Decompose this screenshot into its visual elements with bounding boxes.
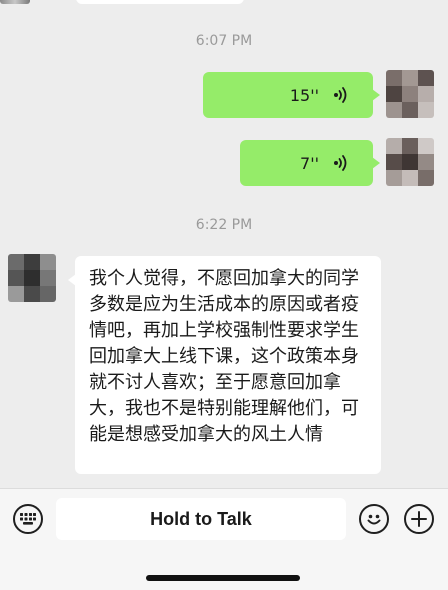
keyboard-button[interactable]	[13, 504, 43, 534]
emoji-icon	[367, 514, 381, 525]
timestamp: 6:07 PM	[195, 33, 253, 49]
avatar[interactable]	[8, 254, 56, 302]
home-indicator	[146, 575, 300, 581]
voice-duration: 7''	[300, 153, 319, 173]
message-bubble[interactable]	[76, 0, 244, 4]
chat-input-bar: Hold to Talk	[0, 488, 448, 590]
avatar[interactable]	[386, 138, 434, 186]
avatar[interactable]	[0, 0, 30, 4]
chat-area[interactable]: 6:07 PM 15'' 7'' 6:22 PM 我个人觉得，不愿回加拿大的同学…	[0, 0, 448, 488]
emoji-button[interactable]	[359, 504, 389, 534]
message-bubble[interactable]: 我个人觉得，不愿回加拿大的同学多数是应为生活成本的原因或者疫情吧，再加上学校强制…	[68, 256, 381, 474]
plus-button[interactable]	[404, 504, 434, 534]
voice-wave-icon	[334, 87, 347, 103]
avatar[interactable]	[386, 70, 434, 118]
voice-message[interactable]: 15''	[203, 72, 380, 118]
voice-message[interactable]: 7''	[240, 140, 380, 186]
hold-to-talk-button[interactable]: Hold to Talk	[56, 498, 346, 540]
keyboard-icon	[20, 513, 36, 525]
voice-duration: 15''	[289, 85, 319, 105]
timestamp: 6:22 PM	[195, 217, 253, 233]
plus-icon	[411, 511, 427, 527]
voice-wave-icon	[334, 155, 347, 171]
